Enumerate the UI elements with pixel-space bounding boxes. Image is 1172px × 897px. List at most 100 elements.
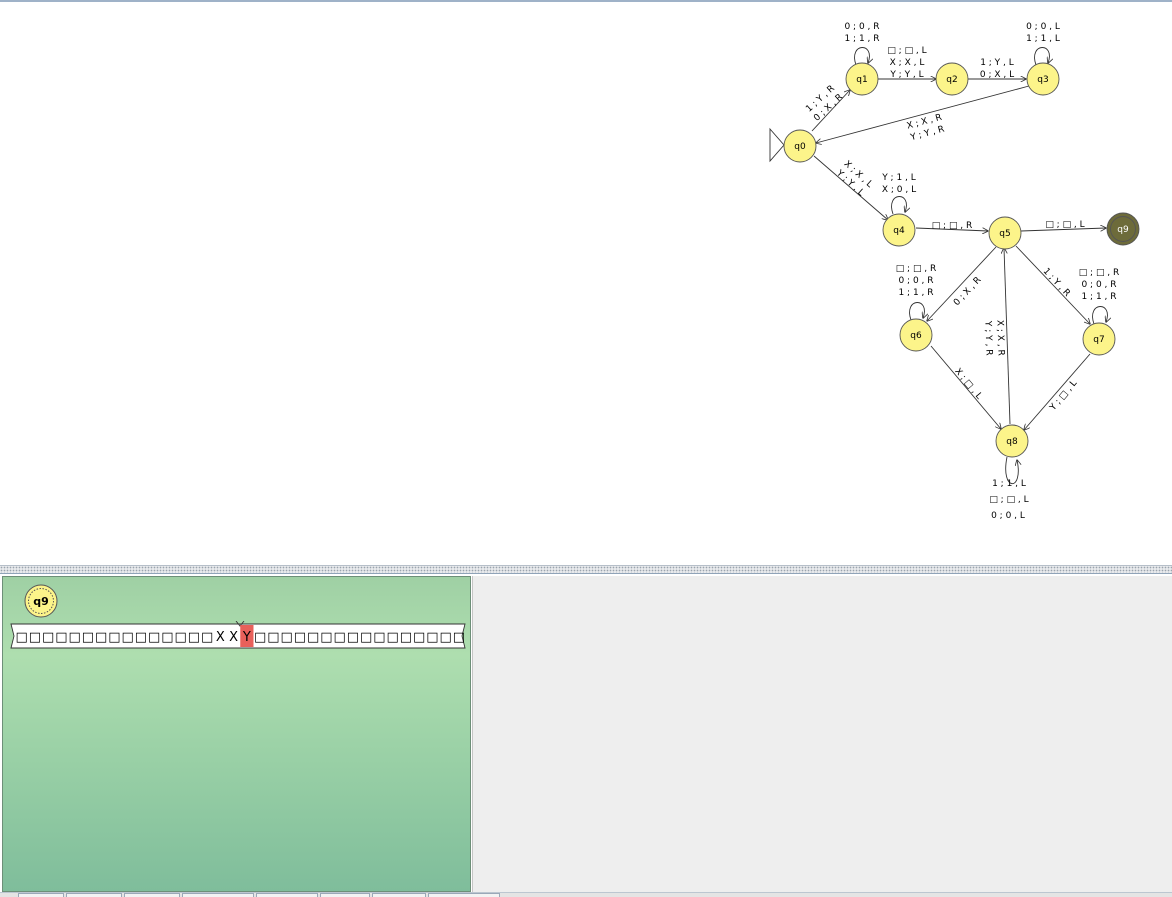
tape-cell: □ [307,630,319,645]
tape-cell: □ [360,630,372,645]
tape-cell: □ [95,630,107,645]
svg-text:1 ; 1 , L: 1 ; 1 , L [992,479,1026,489]
tape-cell: □ [188,630,200,645]
initial-state-arrow [769,127,785,163]
tape-cell: X [229,630,238,645]
loop-q1[interactable] [854,47,870,66]
svg-text:q1: q1 [856,75,867,85]
loop-q6[interactable] [909,302,925,321]
svg-text:0 ; 0 , R: 0 ; 0 , R [898,276,933,286]
current-state-badge: q9 [24,584,58,618]
tape-cell: □ [373,630,385,645]
svg-text:X ; X , R: X ; X , R [994,320,1005,356]
loop-q3[interactable] [1034,47,1050,66]
tab-stub[interactable] [18,893,64,897]
label-q8-q5: X ; X , R Y ; Y , R [982,320,1005,356]
state-q9-final[interactable]: q9 [1106,212,1140,246]
svg-text:q4: q4 [893,226,905,236]
loop-q4[interactable] [891,196,907,215]
state-q3[interactable]: q3 [1026,62,1060,96]
loop-q7[interactable] [1092,306,1108,325]
svg-text:1 ; 1 , R: 1 ; 1 , R [898,288,933,298]
svg-text:1 ; Y , R: 1 ; Y , R [1041,267,1072,299]
tape-cell: □ [82,630,94,645]
label-loop-q1: 0 ; 0 , R 1 ; 1 , R [844,22,879,44]
tab-stub[interactable] [320,893,370,897]
tape-cell: □ [254,630,266,645]
tape-cell: Y [242,630,251,645]
svg-text:0 ; 0 , R: 0 ; 0 , R [1081,280,1116,290]
svg-text:0 ; 0 , L: 0 ; 0 , L [991,511,1025,521]
tab-stub[interactable] [124,893,180,897]
svg-text:1 ; 1 , L: 1 ; 1 , L [1026,34,1060,44]
tape-cell: □ [413,630,425,645]
svg-text:q7: q7 [1093,335,1104,345]
edge-q5-q6[interactable] [927,246,997,321]
tab-stub[interactable] [66,893,122,897]
svg-text:Y ; Y , L: Y ; Y , L [889,70,923,80]
label-loop-q3: 0 ; 0 , L 1 ; 1 , L [1026,22,1060,44]
svg-text:q5: q5 [999,229,1010,239]
svg-text:q9: q9 [1117,225,1129,235]
svg-text:X ; X , L: X ; X , L [890,58,925,68]
tape-cell: □ [453,630,465,645]
state-q1[interactable]: q1 [845,62,879,96]
tape-cell: □ [439,630,451,645]
tape-cell: □ [333,630,345,645]
tab-stub[interactable] [182,893,254,897]
tab-stub[interactable] [372,893,426,897]
state-q6[interactable]: q6 [899,318,933,352]
automaton-editor-canvas[interactable]: 0 ; 0 , R 1 ; 1 , R □ ; □ , L X ; X , L … [0,2,1172,565]
svg-text:□ ; □ , R: □ ; □ , R [1079,268,1120,278]
split-pane-divider[interactable] [0,565,1172,574]
state-q5[interactable]: q5 [988,216,1022,250]
tape-cell: □ [135,630,147,645]
simulation-info-panel [472,576,1172,892]
label-q0-q1: 1 ; Y , R 0 ; X , R [804,84,845,124]
svg-text:□ ; □ , L: □ ; □ , L [989,495,1028,505]
tape-cell: □ [386,630,398,645]
tape-cell: □ [174,630,186,645]
tape-cell: □ [15,630,27,645]
bottom-tab-strip [0,892,1172,897]
state-diagram[interactable]: 0 ; 0 , R 1 ; 1 , R □ ; □ , L X ; X , L … [0,2,1172,565]
label-q5-q9: □ ; □ , L [1045,220,1084,230]
tab-stub[interactable] [428,893,500,897]
tape-cell: □ [148,630,160,645]
tape-cell: □ [68,630,80,645]
label-q7-q8: Y ; □ , L [1048,379,1080,414]
tape-cell: □ [55,630,67,645]
svg-text:0 ; X , L: 0 ; X , L [980,70,1014,80]
tape-cell: □ [347,630,359,645]
state-q7[interactable]: q7 [1082,322,1116,356]
svg-text:X ; 0 , L: X ; 0 , L [882,185,916,195]
svg-text:q8: q8 [1006,437,1018,447]
svg-text:Y ; 1 , L: Y ; 1 , L [881,173,916,183]
tape-cell: □ [426,630,438,645]
simulation-panel: q9 □ □ □ □ □ □ □ □ □ □ □ □ □ □ □ X X Y □ □ □ □ □ □ □ □ □ □ □ □ □ □ □ □ [2,576,471,892]
svg-text:q0: q0 [794,142,806,152]
tape-cell: □ [280,630,292,645]
label-loop-q4: Y ; 1 , L X ; 0 , L [881,173,916,195]
state-q2[interactable]: q2 [935,62,969,96]
tape: □ □ □ □ □ □ □ □ □ □ □ □ □ □ □ X X Y □ □ □ □ □ □ □ □ □ □ □ □ □ □ □ □ [10,621,466,649]
label-q0-q4: X ; X , L Y ; Y , L [834,159,875,198]
state-q8[interactable]: q8 [995,424,1029,458]
label-q5-q6: 0 ; X , R [952,275,984,308]
state-q4[interactable]: q4 [882,213,916,247]
state-q0[interactable]: q0 [783,129,817,163]
tape-cell: □ [108,630,120,645]
svg-text:□ ; □ , R: □ ; □ , R [932,221,973,231]
label-loop-q8: 1 ; 1 , L □ ; □ , L 0 ; 0 , L [989,479,1028,521]
svg-text:□ ; □ , L: □ ; □ , L [887,46,926,56]
tape-cell: □ [400,630,412,645]
label-q2-q3: 1 ; Y , L 0 ; X , L [980,58,1014,80]
svg-text:1 ; Y , L: 1 ; Y , L [980,58,1014,68]
label-q5-q7: 1 ; Y , R [1041,267,1072,299]
edge-q7-q8[interactable] [1024,353,1091,430]
tape-cell: □ [42,630,54,645]
svg-text:q3: q3 [1037,75,1048,85]
tape-cell: □ [320,630,332,645]
tab-stub[interactable] [256,893,318,897]
svg-text:q9: q9 [33,595,49,608]
